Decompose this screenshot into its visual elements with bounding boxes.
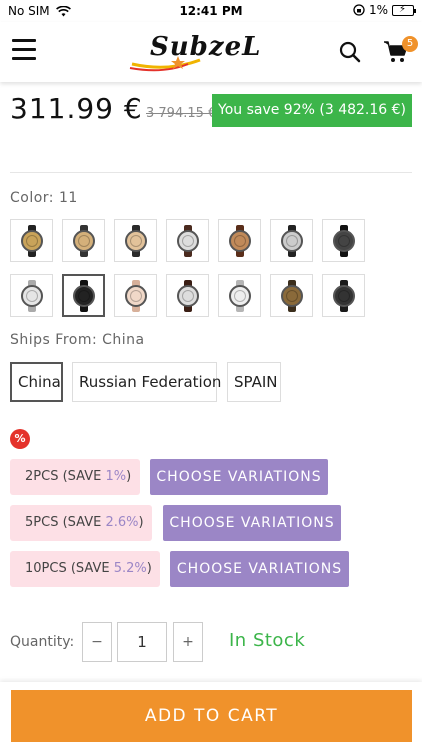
menu-icon[interactable] bbox=[12, 39, 36, 61]
logo[interactable]: SubzeL bbox=[128, 28, 264, 72]
color-swatch[interactable] bbox=[114, 219, 157, 262]
product-price: 311.99 € bbox=[10, 92, 143, 125]
bundle-2pcs: 2PCS (SAVE 1%) bbox=[10, 459, 140, 495]
bundle-text: 10PCS (SAVE bbox=[25, 561, 114, 576]
watch-thumbnail bbox=[329, 224, 359, 257]
status-bar: No SIM 12:41 PM 1% ⚡ bbox=[0, 0, 422, 22]
color-swatch[interactable] bbox=[218, 219, 261, 262]
choose-variations-button-2pcs[interactable]: CHOOSE VARIATIONS bbox=[150, 459, 328, 495]
ship-option-russian-federation[interactable]: Russian Federation bbox=[72, 362, 221, 402]
ships-from-label: Ships From: bbox=[10, 332, 98, 348]
color-swatch[interactable] bbox=[322, 219, 365, 262]
color-swatch[interactable] bbox=[62, 274, 105, 317]
app-header: SubzeL 5 bbox=[0, 22, 422, 82]
watch-thumbnail bbox=[121, 224, 151, 257]
watch-thumbnail bbox=[69, 224, 99, 257]
color-swatch[interactable] bbox=[322, 274, 365, 317]
cart-count-badge: 5 bbox=[402, 36, 418, 52]
watch-thumbnail bbox=[277, 279, 307, 312]
search-icon[interactable] bbox=[338, 40, 362, 64]
color-swatch[interactable] bbox=[10, 219, 53, 262]
color-swatch[interactable] bbox=[114, 274, 157, 317]
watch-thumbnail bbox=[225, 279, 255, 312]
ship-option-spain[interactable]: SPAIN bbox=[227, 362, 281, 402]
watch-thumbnail bbox=[17, 279, 47, 312]
quantity-label: Quantity: bbox=[10, 634, 75, 650]
color-label: Color: bbox=[10, 190, 55, 206]
quantity-plus-button[interactable]: + bbox=[173, 622, 203, 662]
bundle-text: 2PCS (SAVE bbox=[25, 469, 106, 484]
choose-variations-button-5pcs[interactable]: CHOOSE VARIATIONS bbox=[163, 505, 341, 541]
watch-thumbnail bbox=[17, 224, 47, 257]
color-swatch[interactable] bbox=[166, 219, 209, 262]
watch-thumbnail bbox=[173, 279, 203, 312]
color-swatch[interactable] bbox=[166, 274, 209, 317]
color-swatch[interactable] bbox=[218, 274, 261, 317]
bundle-5pcs: 5PCS (SAVE 2.6%) bbox=[10, 505, 152, 541]
divider bbox=[10, 172, 412, 173]
quantity-input[interactable]: 1 bbox=[117, 622, 167, 662]
color-swatch[interactable] bbox=[10, 274, 53, 317]
watch-thumbnail bbox=[69, 279, 99, 312]
watch-thumbnail bbox=[121, 279, 151, 312]
quantity-minus-button[interactable]: − bbox=[82, 622, 112, 662]
discount-icon: % bbox=[10, 429, 30, 449]
add-to-cart-button[interactable]: ADD TO CART bbox=[11, 690, 412, 742]
battery-icon: ⚡ bbox=[392, 4, 416, 16]
watch-thumbnail bbox=[225, 224, 255, 257]
bundle-percent: 5.2% bbox=[113, 561, 147, 576]
product-old-price: 3 794.15 € bbox=[146, 106, 217, 121]
bundle-percent: 2.6% bbox=[105, 515, 139, 530]
color-swatch[interactable] bbox=[270, 219, 313, 262]
color-swatch[interactable] bbox=[62, 219, 105, 262]
rotation-lock-icon bbox=[353, 4, 365, 16]
bundle-suffix: ) bbox=[138, 515, 144, 530]
battery-percent: 1% bbox=[368, 3, 388, 17]
color-label-row: Color: 11 bbox=[10, 190, 78, 206]
watch-thumbnail bbox=[173, 224, 203, 257]
watch-thumbnail bbox=[329, 279, 359, 312]
stock-status: In Stock bbox=[229, 630, 306, 651]
status-right: 1% ⚡ bbox=[353, 3, 416, 17]
ships-from-label-row: Ships From: China bbox=[10, 332, 145, 348]
bundle-percent: 1% bbox=[105, 469, 127, 484]
bundle-text: 5PCS (SAVE bbox=[25, 515, 106, 530]
choose-variations-button-10pcs[interactable]: CHOOSE VARIATIONS bbox=[170, 551, 349, 587]
watch-thumbnail bbox=[277, 224, 307, 257]
bundle-suffix: ) bbox=[146, 561, 152, 576]
ship-option-china[interactable]: China bbox=[10, 362, 63, 402]
bundle-suffix: ) bbox=[126, 469, 132, 484]
color-swatch[interactable] bbox=[270, 274, 313, 317]
ships-from-value: China bbox=[102, 332, 145, 348]
save-badge: You save 92% (3 482.16 €) bbox=[212, 94, 412, 127]
bundle-10pcs: 10PCS (SAVE 5.2%) bbox=[10, 551, 160, 587]
color-value: 11 bbox=[58, 190, 78, 206]
logo-text: SubzeL bbox=[150, 32, 262, 62]
